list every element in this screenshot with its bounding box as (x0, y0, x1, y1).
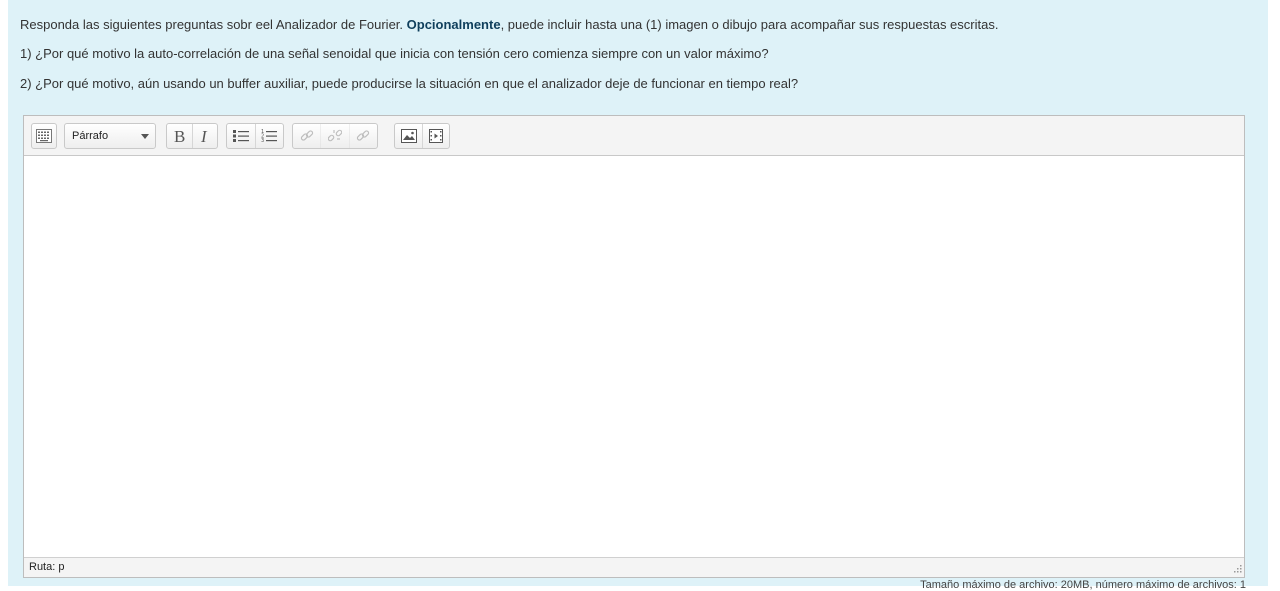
link-button[interactable] (293, 124, 322, 148)
intro-text-start: Responda las siguientes preguntas sobr e… (20, 17, 407, 32)
question-panel: Responda las siguientes preguntas sobr e… (8, 0, 1268, 591)
element-path: Ruta: p (29, 561, 65, 573)
question-intro: Responda las siguientes preguntas sobr e… (20, 16, 998, 34)
text-style-group: B I (166, 123, 218, 149)
list-group: 123 (226, 123, 284, 149)
bold-button[interactable]: B (167, 124, 194, 148)
editor-toolbar: Párrafo B I 1 2 3 (24, 116, 1244, 156)
ordered-list-icon: 123 (261, 129, 278, 143)
format-select-value: Párrafo (72, 130, 109, 142)
question-1-text: 1) ¿Por qué motivo la auto-correlación d… (20, 46, 769, 61)
link-group (292, 123, 378, 149)
svg-text:B: B (174, 128, 185, 144)
italic-button[interactable]: I (193, 124, 217, 148)
unlink-button[interactable] (321, 124, 350, 148)
toggle-toolbar-button[interactable] (31, 123, 57, 149)
paragraph-format-select[interactable]: Párrafo (64, 123, 156, 149)
svg-text:I: I (200, 128, 208, 144)
link-icon (300, 130, 313, 141)
ordered-list-button[interactable]: 123 (256, 124, 284, 148)
editor-content-area[interactable] (24, 156, 1244, 557)
unordered-list-icon (232, 130, 249, 142)
media-icon (429, 129, 444, 143)
resize-grip-icon[interactable] (1232, 565, 1242, 575)
anchor-button[interactable] (350, 124, 377, 148)
insert-media-button[interactable] (423, 124, 449, 148)
insert-image-button[interactable] (395, 124, 424, 148)
image-icon (400, 129, 417, 143)
intro-text-end: , puede incluir hasta una (1) imagen o d… (500, 17, 999, 32)
intro-bold-text: Opcionalmente (406, 17, 501, 32)
media-group (394, 123, 450, 149)
toggle-toolbar-icon (32, 124, 56, 148)
unordered-list-button[interactable] (227, 124, 256, 148)
anchor-icon (357, 130, 370, 141)
file-limit-note: Tamaño máximo de archivo: 20MB, número m… (920, 579, 1246, 591)
question-2-text: 2) ¿Por qué motivo, aún usando un buffer… (20, 76, 799, 91)
unlink-icon (327, 129, 342, 142)
bold-icon: B (174, 128, 185, 144)
italic-icon: I (200, 128, 208, 144)
rich-text-editor: Párrafo B I 1 2 3 Ruta: p (23, 115, 1245, 578)
editor-statusbar: Ruta: p (24, 557, 1244, 577)
svg-text:3: 3 (261, 138, 264, 143)
chevron-down-icon (141, 134, 149, 139)
